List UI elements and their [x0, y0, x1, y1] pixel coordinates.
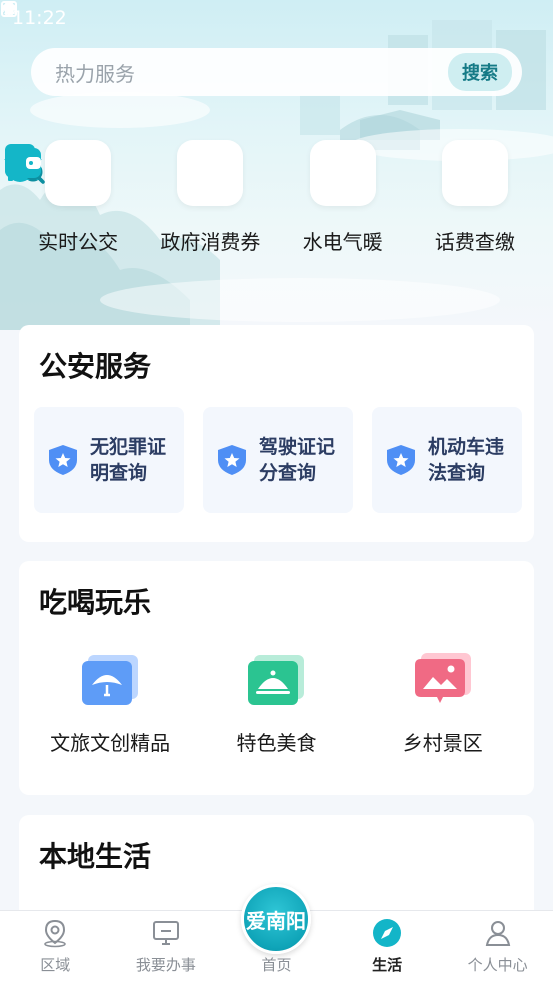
wallet-icon [5, 140, 508, 206]
tab-label: 首页 [261, 956, 292, 974]
shield-star-icon [218, 445, 246, 475]
yen-house-icon [4, 140, 244, 206]
status-bar: 11:22 [0, 0, 553, 36]
search-input[interactable]: 热力服务 [55, 58, 135, 87]
search-button[interactable]: 搜索 [448, 53, 512, 91]
tile-label-line1: 机动车违 [428, 436, 505, 458]
search-bar[interactable]: 热力服务 搜索 [31, 48, 522, 96]
tile-label-line2: 明查询 [90, 462, 148, 484]
shield-star-icon [49, 445, 77, 475]
battery-icon [5, 1, 13, 17]
home-badge-text: 爱南阳 [246, 908, 306, 933]
food-fun-card: 吃喝玩乐 文旅文创精品 特色美食 乡村景区 [19, 561, 534, 795]
landscape-icon [414, 653, 471, 703]
shield-star-icon [387, 445, 415, 475]
tab-label: 生活 [372, 956, 403, 974]
tab-label: 区域 [40, 956, 71, 974]
monitor-icon [152, 921, 179, 945]
fun-item-scenic[interactable]: 乡村景区 [363, 651, 523, 756]
quick-services: 实时公交 政府消费券 水电气暖 话费查缴 [0, 140, 553, 255]
section-title: 吃喝玩乐 [39, 586, 152, 619]
quick-item-voucher[interactable]: 政府消费券 [4, 140, 275, 255]
tab-services[interactable]: 我要办事 [111, 918, 221, 975]
section-title: 本地生活 [39, 840, 152, 873]
tab-label: 我要办事 [135, 956, 196, 974]
fun-item-label: 乡村景区 [402, 731, 483, 755]
tab-life[interactable]: 生活 [332, 918, 442, 975]
quick-item-phone-bill[interactable]: 话费查缴 [5, 140, 540, 255]
water-drop-search-icon [6, 140, 376, 206]
police-services-card: 公安服务 无犯罪证 明查询 驾驶证记 分查询 机动车违 法查询 [19, 325, 534, 542]
quick-item-label: 政府消费券 [160, 230, 261, 254]
quick-item-utilities[interactable]: 水电气暖 [6, 140, 408, 255]
status-time: 11:22 [12, 7, 67, 29]
tab-profile[interactable]: 个人中心 [443, 918, 553, 975]
tile-label-line2: 法查询 [428, 462, 486, 484]
user-icon [485, 921, 510, 946]
tile-label-line1: 无犯罪证 [90, 436, 167, 458]
tile-label-line1: 驾驶证记 [259, 436, 336, 458]
police-tile-criminal-record[interactable]: 无犯罪证 明查询 [34, 407, 184, 513]
fun-items: 文旅文创精品 特色美食 乡村景区 [19, 651, 534, 756]
home-badge-icon[interactable]: 爱南阳 [241, 884, 311, 954]
fun-item-food[interactable]: 特色美食 [196, 651, 356, 756]
quick-item-label: 水电气暖 [302, 230, 383, 254]
bus-search-icon [5, 140, 112, 206]
tab-label: 个人中心 [467, 956, 528, 974]
quick-item-label: 实时公交 [38, 230, 119, 254]
quick-item-label: 话费查缴 [434, 230, 515, 254]
fan-icon [82, 655, 139, 705]
police-tile-vehicle-violation[interactable]: 机动车违 法查询 [372, 407, 522, 513]
dish-cover-icon [248, 655, 305, 705]
tile-label-line2: 分查询 [259, 462, 317, 484]
fun-item-label: 特色美食 [236, 731, 317, 755]
hero-banner: 11:22 热力服务 搜索 实时公交 政府消费券 水电气暖 话费查缴 [0, 0, 553, 330]
compass-icon [373, 919, 402, 947]
fun-item-culture[interactable]: 文旅文创精品 [30, 651, 190, 756]
fun-item-label: 文旅文创精品 [50, 731, 171, 755]
police-tile-license-points[interactable]: 驾驶证记 分查询 [203, 407, 353, 513]
tab-region[interactable]: 区域 [0, 918, 110, 975]
section-title: 公安服务 [39, 350, 152, 383]
police-tiles: 无犯罪证 明查询 驾驶证记 分查询 机动车违 法查询 [34, 407, 522, 513]
location-pin-icon [44, 919, 67, 948]
